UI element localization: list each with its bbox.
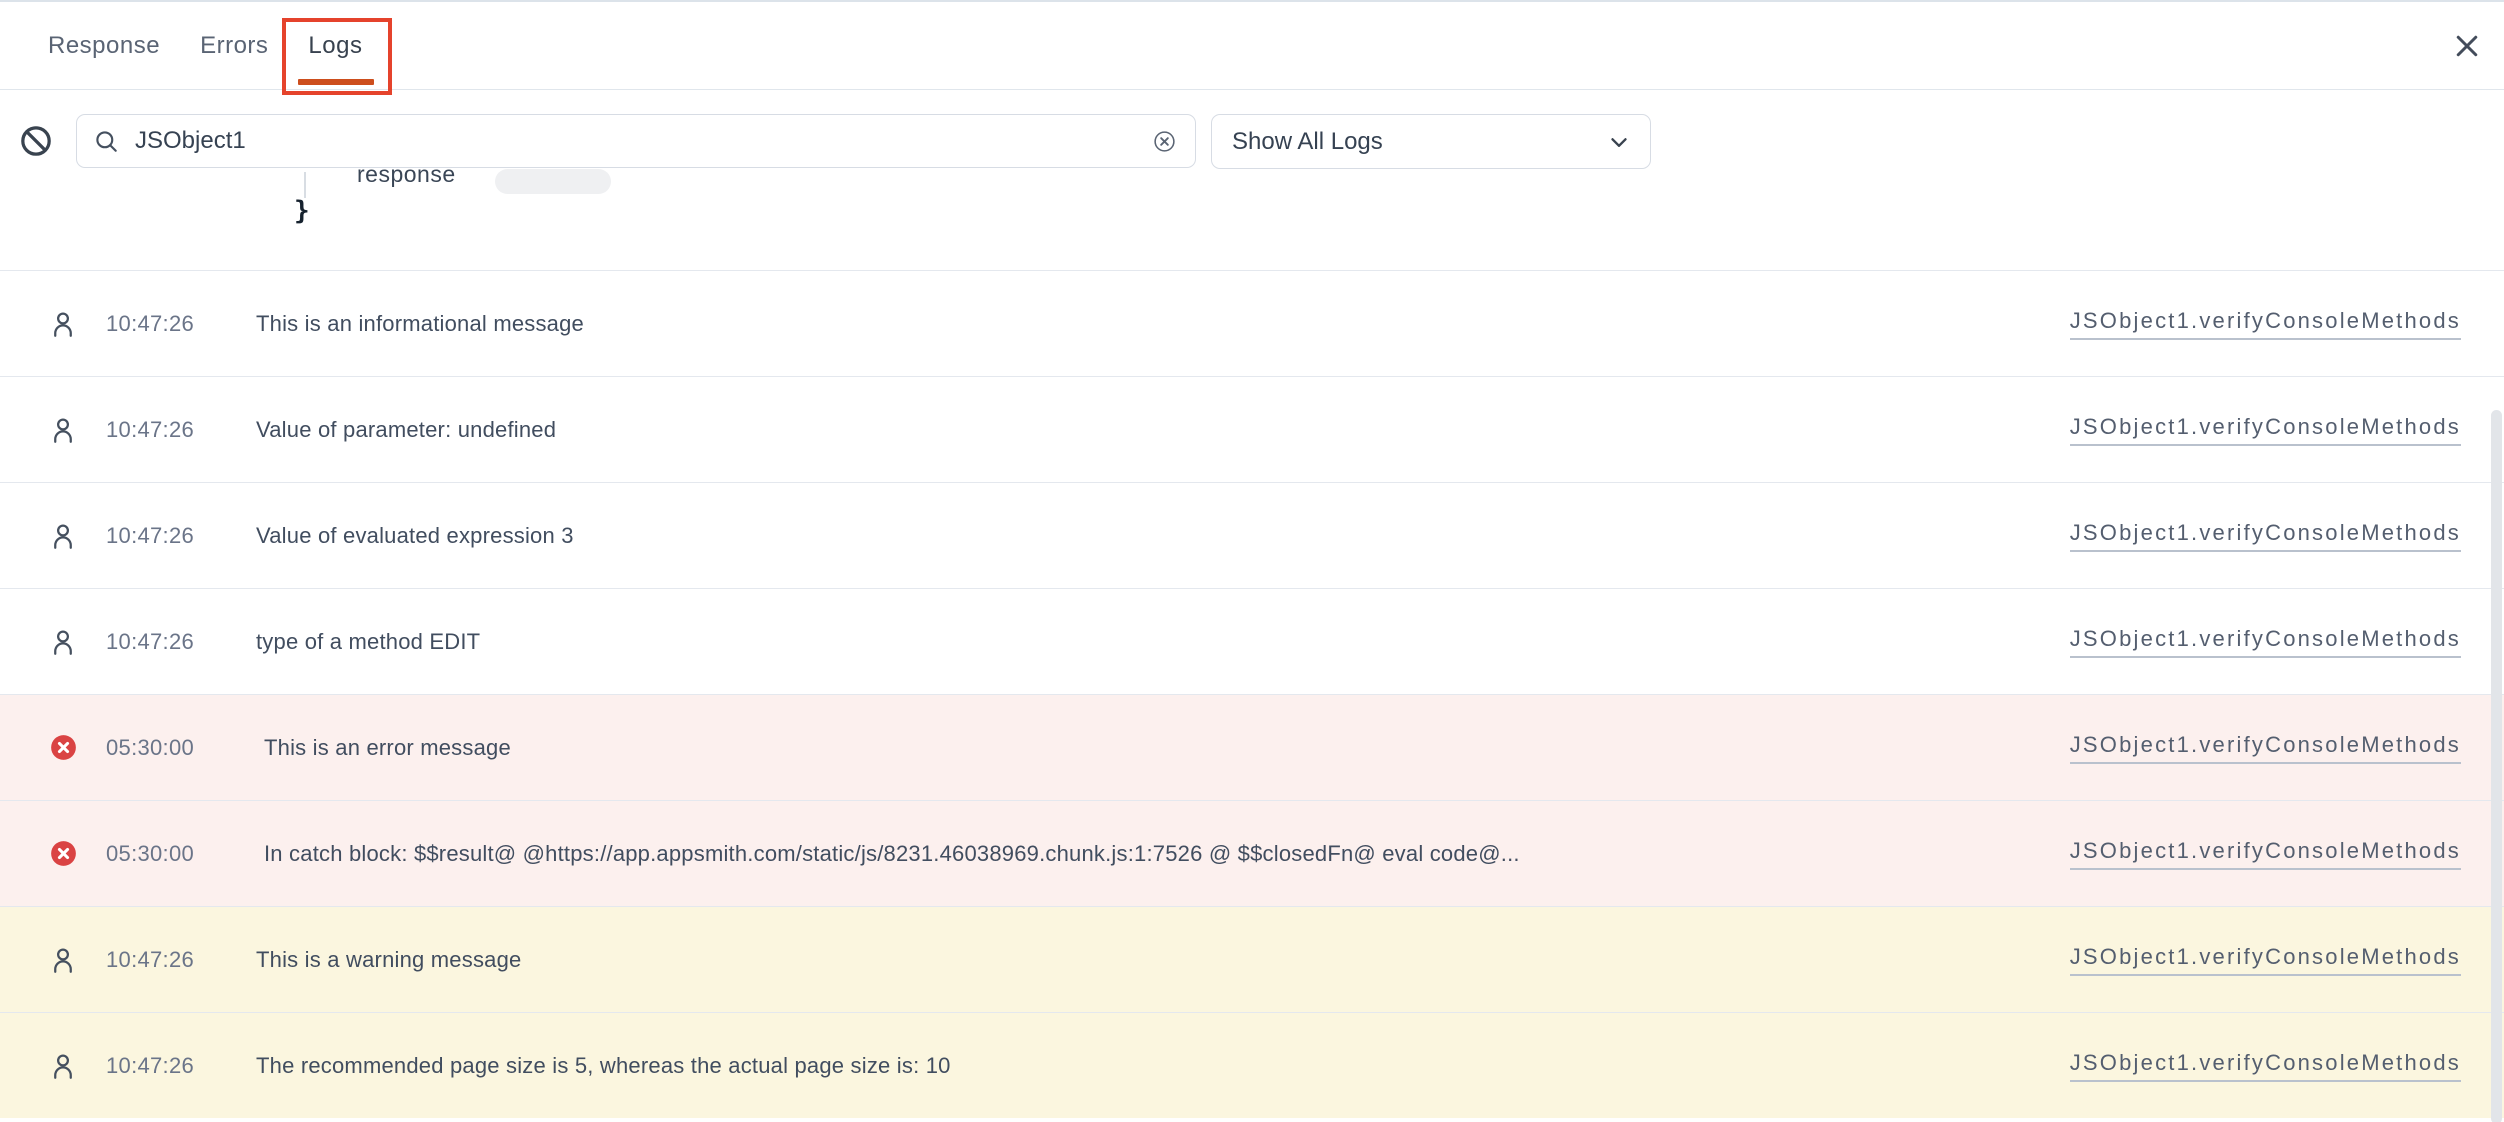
log-row-warning[interactable]: 10:47:26 This is a warning message JSObj… <box>0 906 2504 1012</box>
log-message: This is an error message <box>256 735 2070 761</box>
log-timestamp: 10:47:26 <box>106 947 256 973</box>
log-timestamp: 10:47:26 <box>106 629 256 655</box>
log-source-link[interactable]: JSObject1.verifyConsoleMethods <box>2070 308 2461 340</box>
log-level-dropdown[interactable]: Show All Logs <box>1211 114 1651 169</box>
log-message: This is an informational message <box>256 311 2070 337</box>
tab-errors[interactable]: Errors <box>200 2 268 89</box>
log-row-warning[interactable]: 10:47:26 The recommended page size is 5,… <box>0 1012 2504 1118</box>
log-timestamp: 05:30:00 <box>106 841 256 867</box>
scrolled-json-entry: response } <box>0 168 2504 270</box>
search-icon <box>93 128 120 155</box>
user-icon <box>48 1051 78 1081</box>
log-message: In catch block: $$result@ @https://app.a… <box>256 841 2070 867</box>
json-value-badge <box>495 169 611 194</box>
user-icon <box>48 415 78 445</box>
clear-logs-icon[interactable] <box>19 124 53 158</box>
log-message: Value of parameter: undefined <box>256 417 2070 443</box>
active-tab-underline <box>298 79 374 85</box>
json-indent-guide <box>304 172 306 198</box>
log-message: The recommended page size is 5, whereas … <box>256 1053 2070 1079</box>
search-input[interactable] <box>133 126 1152 156</box>
log-row-error[interactable]: 05:30:00 This is an error message JSObje… <box>0 694 2504 800</box>
log-row-info[interactable]: 10:47:26 Value of evaluated expression 3… <box>0 482 2504 588</box>
chevron-down-icon <box>1606 129 1632 155</box>
log-row-info[interactable]: 10:47:26 This is an informational messag… <box>0 270 2504 376</box>
log-timestamp: 10:47:26 <box>106 1053 256 1079</box>
debugger-tab-bar: Response Errors Logs <box>0 2 2504 90</box>
log-message: This is a warning message <box>256 947 2070 973</box>
debugger-logs-panel: Response Errors Logs <box>0 0 2504 1122</box>
log-timestamp: 10:47:26 <box>106 311 256 337</box>
user-icon <box>48 945 78 975</box>
json-closing-brace: } <box>294 196 310 226</box>
log-source-link[interactable]: JSObject1.verifyConsoleMethods <box>2070 626 2461 658</box>
tab-logs[interactable]: Logs <box>308 2 362 89</box>
error-circle-icon <box>50 734 77 761</box>
log-row-info[interactable]: 10:47:26 Value of parameter: undefined J… <box>0 376 2504 482</box>
log-level-dropdown-value: Show All Logs <box>1232 128 1383 156</box>
log-list: 10:47:26 This is an informational messag… <box>0 270 2504 1122</box>
log-source-link[interactable]: JSObject1.verifyConsoleMethods <box>2070 732 2461 764</box>
close-icon[interactable] <box>2452 31 2482 61</box>
tab-logs-label: Logs <box>308 32 362 60</box>
vertical-scrollbar[interactable] <box>2491 410 2502 1122</box>
error-circle-icon <box>50 840 77 867</box>
log-search-box <box>76 114 1196 168</box>
logs-filter-bar: Show All Logs <box>0 91 2504 168</box>
user-icon <box>48 309 78 339</box>
json-key-response-clipped: response <box>357 168 456 195</box>
log-source-link[interactable]: JSObject1.verifyConsoleMethods <box>2070 520 2461 552</box>
log-timestamp: 05:30:00 <box>106 735 256 761</box>
log-timestamp: 10:47:26 <box>106 417 256 443</box>
tab-response[interactable]: Response <box>48 2 160 89</box>
log-source-link[interactable]: JSObject1.verifyConsoleMethods <box>2070 838 2461 870</box>
user-icon <box>48 627 78 657</box>
log-message: Value of evaluated expression 3 <box>256 523 2070 549</box>
tab-group: Response Errors Logs <box>0 2 362 89</box>
clear-search-icon[interactable] <box>1152 129 1177 154</box>
log-row-info[interactable]: 10:47:26 type of a method EDIT JSObject1… <box>0 588 2504 694</box>
log-source-link[interactable]: JSObject1.verifyConsoleMethods <box>2070 414 2461 446</box>
log-timestamp: 10:47:26 <box>106 523 256 549</box>
log-row-error[interactable]: 05:30:00 In catch block: $$result@ @http… <box>0 800 2504 906</box>
log-message: type of a method EDIT <box>256 629 2070 655</box>
user-icon <box>48 521 78 551</box>
log-source-link[interactable]: JSObject1.verifyConsoleMethods <box>2070 1050 2461 1082</box>
log-source-link[interactable]: JSObject1.verifyConsoleMethods <box>2070 944 2461 976</box>
